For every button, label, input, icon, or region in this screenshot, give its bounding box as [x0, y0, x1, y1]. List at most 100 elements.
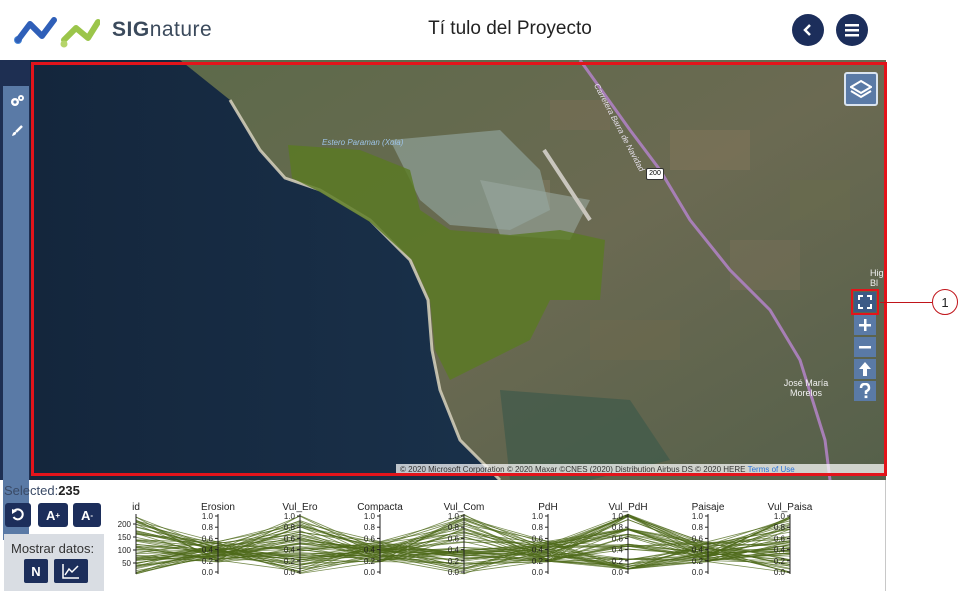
pc-tick-label: 150: [118, 533, 132, 542]
pc-tick-label: 0.6: [532, 534, 544, 543]
pc-tick-label: 0.8: [612, 523, 624, 532]
pc-tick-label: 0.0: [202, 568, 214, 577]
zoom-out-button[interactable]: [854, 337, 876, 357]
n-button[interactable]: N: [24, 559, 48, 583]
pc-tick-label: 0.6: [364, 534, 376, 543]
hamburger-icon: [845, 24, 859, 37]
pc-tick-label: 0.0: [692, 568, 704, 577]
pc-tick-label: 1.0: [364, 512, 376, 521]
pc-tick-label: 0.2: [532, 557, 544, 566]
map-attribution: © 2020 Microsoft Corporation © 2020 Maxa…: [396, 464, 886, 476]
pc-tick-label: 0.0: [448, 568, 460, 577]
undo-icon: [12, 508, 24, 521]
pc-tick-label: 0.8: [774, 523, 786, 532]
pc-tick-label: 0.4: [612, 546, 624, 555]
pc-tick-label: 0.0: [532, 568, 544, 577]
selected-count: Selected:235: [4, 483, 80, 498]
page-title: Tí tulo del Proyecto: [428, 18, 592, 39]
brand-bold: SIG: [112, 18, 150, 41]
pc-tick-label: 0.8: [284, 523, 296, 532]
terms-link[interactable]: Terms of Use: [748, 465, 795, 474]
fullscreen-button[interactable]: [851, 289, 879, 315]
pc-tick-label: 1.0: [448, 512, 460, 521]
satellite-map[interactable]: Estero Paraman (Xola) Carretera Barra de…: [30, 60, 886, 480]
app-frame: SIGnature Tí tulo del Proyecto Estero Pa…: [0, 0, 887, 591]
pc-tick-label: 0.0: [612, 568, 624, 577]
brush-icon[interactable]: [9, 124, 25, 140]
pc-tick-label: 200: [118, 520, 132, 529]
gears-icon[interactable]: [9, 94, 25, 110]
pc-tick-label: 0.2: [202, 557, 214, 566]
pc-tick-label: 0.4: [774, 546, 786, 555]
pc-tick-label: 0.6: [284, 534, 296, 543]
pc-tick-label: 1.0: [202, 512, 214, 521]
pc-tick-label: 1.0: [774, 512, 786, 521]
help-icon: [859, 383, 871, 399]
pc-tick-label: 0.8: [532, 523, 544, 532]
label-town: José María Morelos: [783, 378, 829, 398]
pc-tick-label: 0.4: [692, 546, 704, 555]
pc-tick-label: 0.2: [284, 557, 296, 566]
pc-tick-label: 0.8: [364, 523, 376, 532]
font-increase-button[interactable]: A +: [38, 503, 68, 527]
pc-tick-label: 0.4: [532, 546, 544, 555]
brand-rest: nature: [149, 18, 213, 41]
pc-tick-label: 100: [118, 546, 132, 555]
pc-tick-label: 0.8: [692, 523, 704, 532]
pc-tick-label: 0.0: [774, 568, 786, 577]
show-data-label: Mostrar datos:: [11, 541, 95, 556]
chevron-left-icon: [803, 24, 811, 36]
layers-button[interactable]: [844, 72, 878, 106]
header: SIGnature Tí tulo del Proyecto: [0, 0, 886, 60]
pc-axis-label: id: [132, 502, 140, 513]
reset-button[interactable]: [5, 503, 31, 527]
callout-number: 1: [932, 289, 958, 315]
pc-tick-label: 0.2: [692, 557, 704, 566]
zoom-out-icon: [859, 346, 871, 349]
pc-tick-label: 0.0: [284, 568, 296, 577]
pc-tick-label: 0.6: [202, 534, 214, 543]
fullscreen-icon: [858, 295, 872, 309]
font-decrease-button[interactable]: A-: [73, 503, 101, 527]
signature-logo: [14, 17, 100, 48]
pc-tick-label: 0.2: [364, 557, 376, 566]
attribution-text: © 2020 Microsoft Corporation © 2020 Maxa…: [400, 465, 746, 474]
label-edge: Hig Bl: [870, 268, 884, 288]
pc-tick-label: 0.4: [284, 546, 296, 555]
pc-tick-label: 0.4: [364, 546, 376, 555]
layers-icon: [850, 79, 872, 99]
help-button[interactable]: [854, 381, 876, 401]
pc-tick-label: 0.8: [448, 523, 460, 532]
callout-line: [880, 302, 932, 303]
pc-tick-label: 0.6: [774, 534, 786, 543]
zoom-in-button[interactable]: [854, 315, 876, 335]
show-data-panel: Mostrar datos: N: [4, 534, 104, 591]
pc-tick-label: 0.2: [774, 557, 786, 566]
pc-tick-label: 1.0: [532, 512, 544, 521]
back-button[interactable]: [792, 14, 824, 46]
pc-tick-label: 0.6: [448, 534, 460, 543]
chart-button[interactable]: [54, 559, 88, 583]
brand-name: SIGnature: [112, 18, 212, 42]
pc-tick-label: 50: [122, 559, 131, 568]
parallel-coordinates-chart[interactable]: id20015010050Erosion1.00.80.60.40.20.0Vu…: [112, 498, 882, 588]
pc-tick-label: 0.6: [692, 534, 704, 543]
pc-tick-label: 1.0: [284, 512, 296, 521]
label-estero: Estero Paraman (Xola): [322, 138, 404, 147]
menu-button[interactable]: [836, 14, 868, 46]
line-chart-icon: [62, 564, 79, 579]
left-toolbar: [0, 60, 30, 540]
north-button[interactable]: [854, 359, 876, 379]
zoom-in-icon: [859, 319, 871, 331]
selected-value: 235: [58, 483, 80, 498]
pc-tick-label: 0.6: [612, 534, 624, 543]
toolbar-panel: [3, 86, 29, 540]
pc-tick-label: 0.0: [364, 568, 376, 577]
north-arrow-icon: [859, 362, 871, 376]
pc-tick-label: 0.2: [448, 557, 460, 566]
pc-tick-label: 0.4: [448, 546, 460, 555]
pc-tick-label: 0.8: [202, 523, 214, 532]
selected-label: Selected:: [4, 483, 59, 498]
pc-tick-label: 0.2: [612, 557, 624, 566]
font-minus-label: A: [80, 507, 91, 523]
